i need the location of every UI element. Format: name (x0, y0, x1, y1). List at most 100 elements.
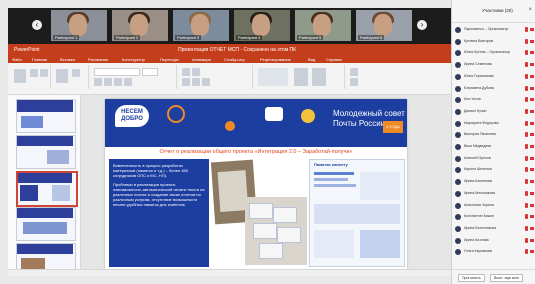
camera-icon[interactable] (530, 145, 534, 148)
participant-row[interactable]: Виктория Яковлева (455, 131, 534, 140)
participant-row[interactable]: Ольга Кирсанова (455, 248, 534, 257)
participant-row[interactable]: Ирина Шелепова (455, 178, 534, 187)
video-tile[interactable]: Participant 1 (51, 10, 107, 41)
find-icon[interactable] (350, 68, 358, 76)
participant-row[interactable]: Кутлина Виктория (455, 38, 534, 47)
prev-arrow-icon[interactable]: ‹ (32, 20, 42, 30)
slide-thumbnail[interactable] (16, 135, 76, 169)
camera-icon[interactable] (530, 156, 534, 160)
layout-icon[interactable] (72, 69, 80, 77)
mic-muted-icon[interactable] (525, 179, 528, 185)
camera-icon[interactable] (530, 98, 534, 102)
mic-muted-icon[interactable] (525, 27, 528, 32)
mic-muted-icon[interactable] (525, 155, 528, 161)
tab-help[interactable]: Справка (326, 56, 342, 63)
participant-row[interactable]: Ирина Колесникова (455, 225, 534, 234)
camera-icon[interactable] (530, 86, 534, 90)
close-icon[interactable]: × (528, 7, 532, 13)
replace-icon[interactable] (350, 78, 358, 86)
camera-icon[interactable] (530, 133, 534, 137)
align-left-icon[interactable] (182, 78, 190, 86)
camera-icon[interactable] (530, 39, 534, 43)
bold-icon[interactable] (94, 78, 102, 86)
participant-row[interactable]: Ион Уссов (455, 96, 534, 105)
camera-icon[interactable] (530, 51, 534, 55)
paste-icon[interactable] (14, 69, 26, 83)
mic-muted-icon[interactable] (525, 190, 528, 196)
camera-icon[interactable] (530, 226, 534, 230)
camera-icon[interactable] (530, 215, 534, 219)
tab-animations[interactable]: Анимация (192, 56, 211, 63)
mic-muted-icon[interactable] (525, 62, 528, 68)
participant-row[interactable]: Константин Кожин (455, 213, 534, 222)
mic-muted-icon[interactable] (525, 38, 528, 44)
align-right-icon[interactable] (202, 78, 210, 86)
quick-styles-icon[interactable] (312, 68, 326, 86)
mic-muted-icon[interactable] (525, 50, 528, 56)
mic-muted-icon[interactable] (525, 237, 528, 243)
tab-home[interactable]: Главная (32, 56, 47, 63)
arrange-icon[interactable] (294, 68, 308, 86)
tab-draw[interactable]: Рисование (88, 56, 108, 63)
video-tile[interactable]: Participant 5 (295, 10, 351, 41)
slide-thumbnail-selected[interactable] (16, 171, 78, 207)
align-center-icon[interactable] (192, 78, 200, 86)
camera-icon[interactable] (530, 203, 534, 207)
camera-icon[interactable] (530, 63, 534, 67)
cut-icon[interactable] (30, 69, 38, 77)
mic-muted-icon[interactable] (525, 144, 528, 149)
next-arrow-icon[interactable]: › (417, 20, 427, 30)
shapes-gallery[interactable] (258, 68, 288, 86)
participant-row[interactable]: Елизавета Дубова (455, 85, 534, 94)
participant-row[interactable]: Ирина Семенова (455, 61, 534, 70)
participant-row[interactable]: Пархоменко – Организатор (455, 26, 534, 35)
camera-icon[interactable] (530, 168, 534, 172)
tab-slideshow[interactable]: Слайд-шоу (224, 56, 245, 63)
copy-icon[interactable] (40, 69, 48, 77)
camera-icon[interactable] (530, 121, 534, 125)
tab-transitions[interactable]: Переходы (160, 56, 179, 63)
strikethrough-icon[interactable] (124, 78, 132, 86)
participant-row[interactable]: Ирина Козлова (455, 237, 534, 246)
participant-row[interactable]: Вика Медведева (455, 143, 534, 152)
mic-muted-icon[interactable] (525, 73, 528, 79)
participant-row[interactable]: Ирина Мельникова (455, 190, 534, 199)
camera-icon[interactable] (530, 191, 534, 195)
bullets-icon[interactable] (182, 68, 190, 76)
participant-row[interactable]: Алексей Орехов (455, 155, 534, 164)
mic-muted-icon[interactable] (525, 225, 528, 231)
participant-row[interactable]: Юлия Кутина – Организатор (455, 49, 534, 58)
mic-muted-icon[interactable] (525, 97, 528, 103)
participant-row[interactable]: Анастасия Зорина (455, 202, 534, 211)
tab-view[interactable]: Вид (308, 56, 315, 63)
new-slide-icon[interactable] (56, 69, 68, 83)
tab-review[interactable]: Рецензирование (260, 56, 291, 63)
tab-file[interactable]: Файл (12, 56, 22, 63)
underline-icon[interactable] (114, 78, 122, 86)
slide-canvas[interactable]: НЕСЕМ ДОБРО Молодежный совет Почты Росси… (105, 99, 407, 269)
video-tile[interactable]: Participant 3 (173, 10, 229, 41)
numbering-icon[interactable] (192, 68, 200, 76)
italic-icon[interactable] (104, 78, 112, 86)
mic-muted-icon[interactable] (525, 202, 528, 208)
camera-icon[interactable] (530, 250, 534, 254)
mic-muted-icon[interactable] (525, 132, 528, 138)
camera-icon[interactable] (530, 74, 534, 78)
tab-insert[interactable]: Вставка (60, 56, 75, 63)
slide-thumbnail[interactable] (16, 99, 76, 133)
camera-icon[interactable] (530, 28, 534, 31)
mic-muted-icon[interactable] (525, 167, 528, 173)
font-select[interactable] (94, 68, 140, 76)
invite-button[interactable]: Пригласить (458, 274, 485, 282)
mute-all-button[interactable]: Выкл. звук всех (490, 274, 524, 282)
participant-row[interactable]: Кирилл Шелепов (455, 166, 534, 175)
mic-muted-icon[interactable] (525, 85, 528, 91)
tab-design[interactable]: Конструктор (122, 56, 145, 63)
participant-row[interactable]: Юлия Герасимова (455, 73, 534, 82)
mic-muted-icon[interactable] (525, 120, 528, 126)
slide-thumbnail[interactable] (16, 207, 76, 241)
font-size-select[interactable] (142, 68, 158, 76)
participant-row[interactable]: Даниил Кузин (455, 108, 534, 117)
camera-icon[interactable] (530, 238, 534, 242)
mic-muted-icon[interactable] (525, 108, 528, 114)
